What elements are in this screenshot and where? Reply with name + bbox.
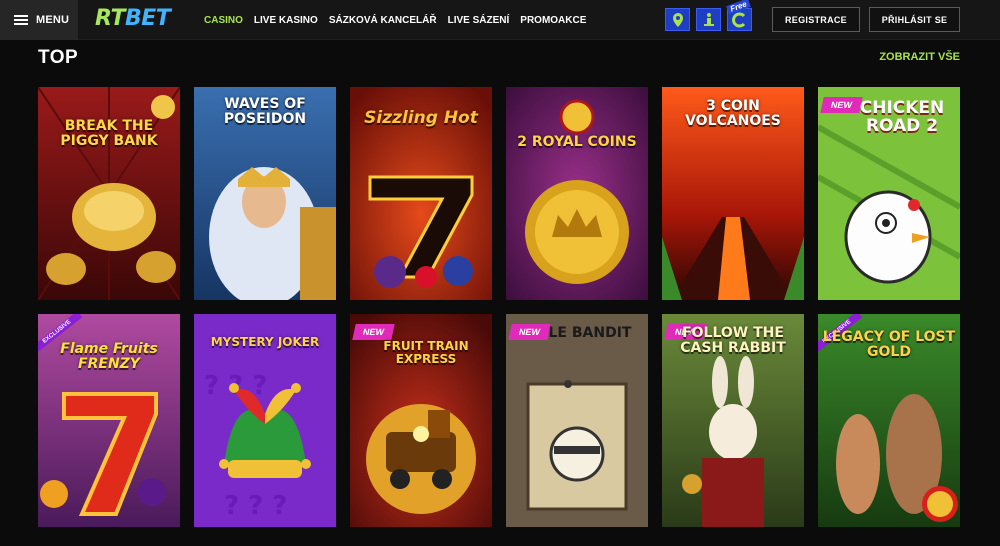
game-title: BREAK the PIGGY BANK xyxy=(60,118,158,149)
game-grid: BREAK the PIGGY BANK WAVES OF POSEIDON S… xyxy=(38,87,960,527)
game-title: WAVES OF POSEIDON xyxy=(223,96,307,127)
royal-coins-art xyxy=(506,87,648,300)
game-title: CHICKEN ROAD 2 xyxy=(859,98,945,136)
nav-casino[interactable]: CASINO xyxy=(204,15,243,26)
game-tile-mystery-joker[interactable]: ? ? ?? ? ? MYSTERY JOKER xyxy=(194,314,336,527)
svg-text:? ? ?: ? ? ? xyxy=(224,491,287,521)
show-all-link[interactable]: ZOBRAZIT VŠE xyxy=(879,51,960,63)
le-bandit-art xyxy=(506,314,648,527)
game-tile-legacy-of-lost-gold[interactable]: EXCLUSIVE LEGACY OF LOST GOLD xyxy=(818,314,960,527)
menu-label: MENU xyxy=(36,14,70,26)
game-tile-3-coin-volcanoes[interactable]: 3 COIN VOLCANOES xyxy=(662,87,804,300)
game-title: 3 COIN VOLCANOES xyxy=(685,98,781,129)
nav-live-kasino[interactable]: LIVE KASINO xyxy=(254,15,318,26)
new-badge: NEW xyxy=(352,324,395,340)
game-title: LE BANDIT xyxy=(548,325,632,341)
section-title: TOP xyxy=(38,47,79,68)
hamburger-icon xyxy=(14,15,28,25)
game-title: LEGACY OF LOST GOLD xyxy=(822,329,956,360)
game-tile-le-bandit[interactable]: NEW LE BANDIT xyxy=(506,314,648,527)
game-title: Flame Fruits FRENZY xyxy=(60,341,158,372)
game-tile-waves-of-poseidon[interactable]: WAVES OF POSEIDON xyxy=(194,87,336,300)
nav-live-sazeni[interactable]: LIVE SÁZENÍ xyxy=(448,15,510,26)
info-person-icon[interactable] xyxy=(696,8,721,31)
game-tile-royal-coins[interactable]: 2 ROYAL COINS xyxy=(506,87,648,300)
register-button[interactable]: REGISTRACE xyxy=(772,7,860,32)
game-title: FOLLOW THE CASH RABBIT xyxy=(680,325,786,356)
game-title: MYSTERY JOKER xyxy=(210,335,320,349)
game-tile-sizzling-hot[interactable]: Sizzling Hot xyxy=(350,87,492,300)
game-tile-flame-fruits-frenzy[interactable]: EXCLUSIVE Flame Fruits FRENZY xyxy=(38,314,180,527)
game-tile-follow-the-cash-rabbit[interactable]: NEW FOLLOW THE CASH RABBIT xyxy=(662,314,804,527)
menu-button[interactable]: MENU xyxy=(0,0,78,40)
game-title: Sizzling Hot xyxy=(364,108,478,128)
game-tile-break-the-piggy-bank[interactable]: BREAK the PIGGY BANK xyxy=(38,87,180,300)
top-bar: MENU RTBET CASINO LIVE KASINO SÁZKOVÁ KA… xyxy=(0,0,1000,40)
game-title: 2 ROYAL COINS xyxy=(517,134,637,150)
nav-promoakce[interactable]: PROMOAKCE xyxy=(520,15,586,26)
nav-sazkova-kancelar[interactable]: SÁZKOVÁ KANCELÁŘ xyxy=(329,15,437,26)
game-title: FRUIT TRAIN EXPRESS xyxy=(383,339,469,366)
game-tile-chicken-road-2[interactable]: NEW CHICKEN ROAD 2 xyxy=(818,87,960,300)
main-nav: CASINO LIVE KASINO SÁZKOVÁ KANCELÁŘ LIVE… xyxy=(204,0,586,40)
login-button[interactable]: PŘIHLÁSIT SE xyxy=(869,7,960,32)
rtbet-logo[interactable]: RTBET xyxy=(95,7,171,31)
game-tile-fruit-train-express[interactable]: NEW FRUIT TRAIN EXPRESS xyxy=(350,314,492,527)
map-pin-icon[interactable] xyxy=(665,8,690,31)
